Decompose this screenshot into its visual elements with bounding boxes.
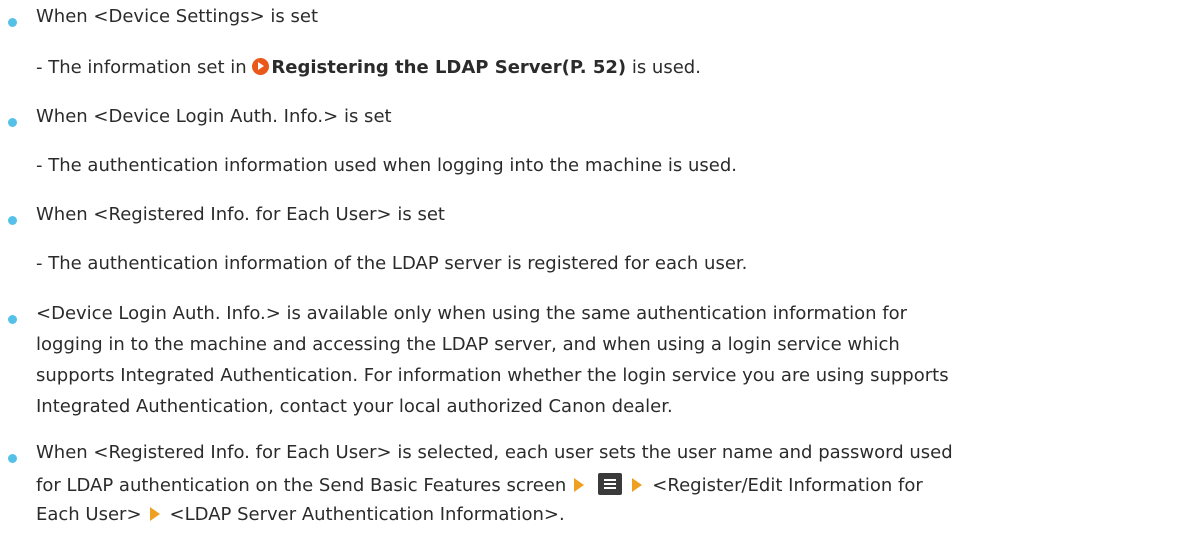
note-line: Integrated Authentication, contact your … — [36, 396, 673, 417]
note-line: <Device Login Auth. Info.> is available … — [36, 303, 908, 324]
note-item: When <Registered Info. for Each User> is… — [0, 442, 1186, 538]
sub-text: - The authentication information of the … — [36, 253, 748, 274]
menu-icon — [598, 473, 623, 495]
bullet-text: When <Device Settings> is set — [36, 6, 319, 27]
bullet-text: When <Registered Info. for Each User> is… — [36, 204, 445, 225]
sub-text: - The information set in Registering the… — [36, 57, 701, 78]
bullet-text: When <Device Login Auth. Info.> is set — [36, 106, 392, 127]
document-page: When <Device Settings> is set - The info… — [0, 0, 1186, 538]
step-arrow-icon — [574, 478, 585, 492]
link-arrow-icon — [252, 58, 270, 75]
bullet-icon — [8, 118, 17, 127]
bullet-icon — [8, 18, 17, 27]
note-line: logging in to the machine and accessing … — [36, 334, 900, 355]
bullet-icon — [8, 315, 17, 324]
note-line: for LDAP authentication on the Send Basi… — [36, 473, 923, 496]
sub-text: - The authentication information used wh… — [36, 155, 738, 176]
bullet-icon — [8, 454, 17, 463]
note-item: <Device Login Auth. Info.> is available … — [0, 303, 1186, 433]
bullet-icon — [8, 216, 17, 225]
registering-ldap-server-link[interactable]: Registering the LDAP Server(P. 52) — [252, 57, 626, 78]
step-arrow-icon — [632, 478, 643, 492]
note-line: supports Integrated Authentication. For … — [36, 365, 949, 386]
note-line: Each User> <LDAP Server Authentication In… — [36, 504, 565, 525]
step-arrow-icon — [149, 507, 160, 521]
note-line: When <Registered Info. for Each User> is… — [36, 442, 953, 463]
